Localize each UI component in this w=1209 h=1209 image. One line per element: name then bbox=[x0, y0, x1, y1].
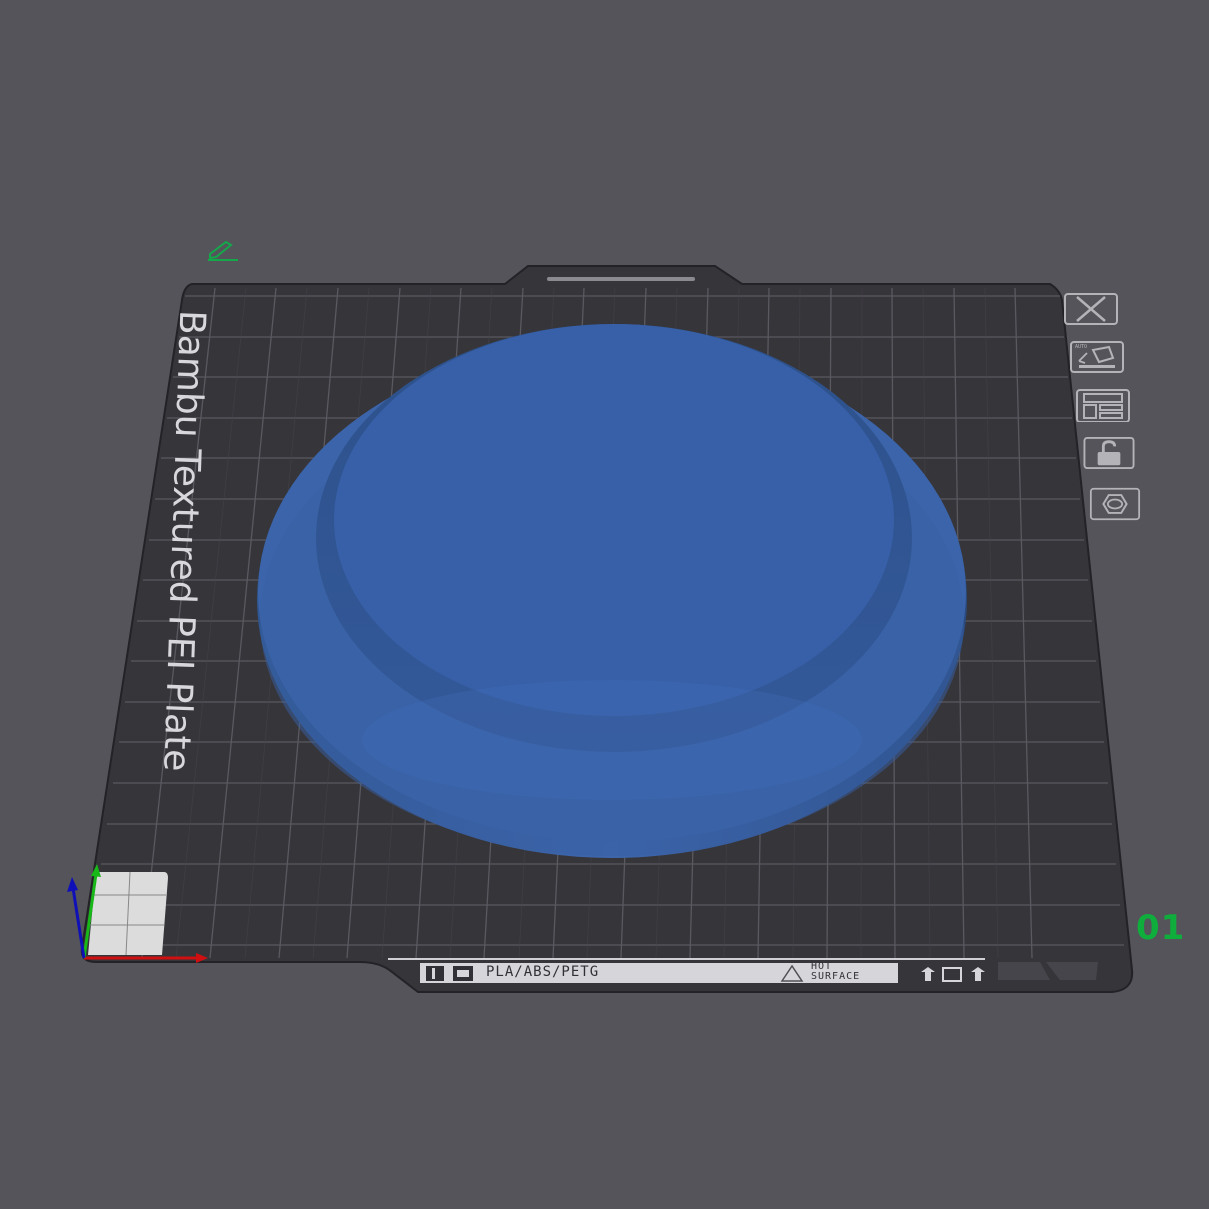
pencil-icon bbox=[208, 240, 238, 261]
plate-number: 01 bbox=[1136, 908, 1186, 948]
svg-text:AUTO: AUTO bbox=[1075, 344, 1087, 350]
close-icon bbox=[1064, 293, 1118, 325]
plate-settings-button[interactable] bbox=[1087, 487, 1143, 521]
edit-plate-name-button[interactable] bbox=[204, 236, 240, 264]
hot-surface-label: HOT SURFACE bbox=[811, 961, 861, 982]
hexagon-settings-icon bbox=[1089, 487, 1141, 521]
filament-compat-label: PLA/ABS/PETG bbox=[486, 964, 600, 980]
auto-orient-button[interactable]: AUTO bbox=[1069, 340, 1125, 374]
z-axis bbox=[71, 887, 86, 959]
arrange-icon bbox=[1076, 389, 1130, 422]
arrange-button[interactable] bbox=[1075, 388, 1131, 422]
auto-orient-icon: AUTO bbox=[1070, 341, 1124, 373]
lock-icon bbox=[1083, 436, 1135, 470]
lock-plate-button[interactable] bbox=[1081, 436, 1137, 470]
delete-plate-button[interactable] bbox=[1063, 292, 1119, 326]
